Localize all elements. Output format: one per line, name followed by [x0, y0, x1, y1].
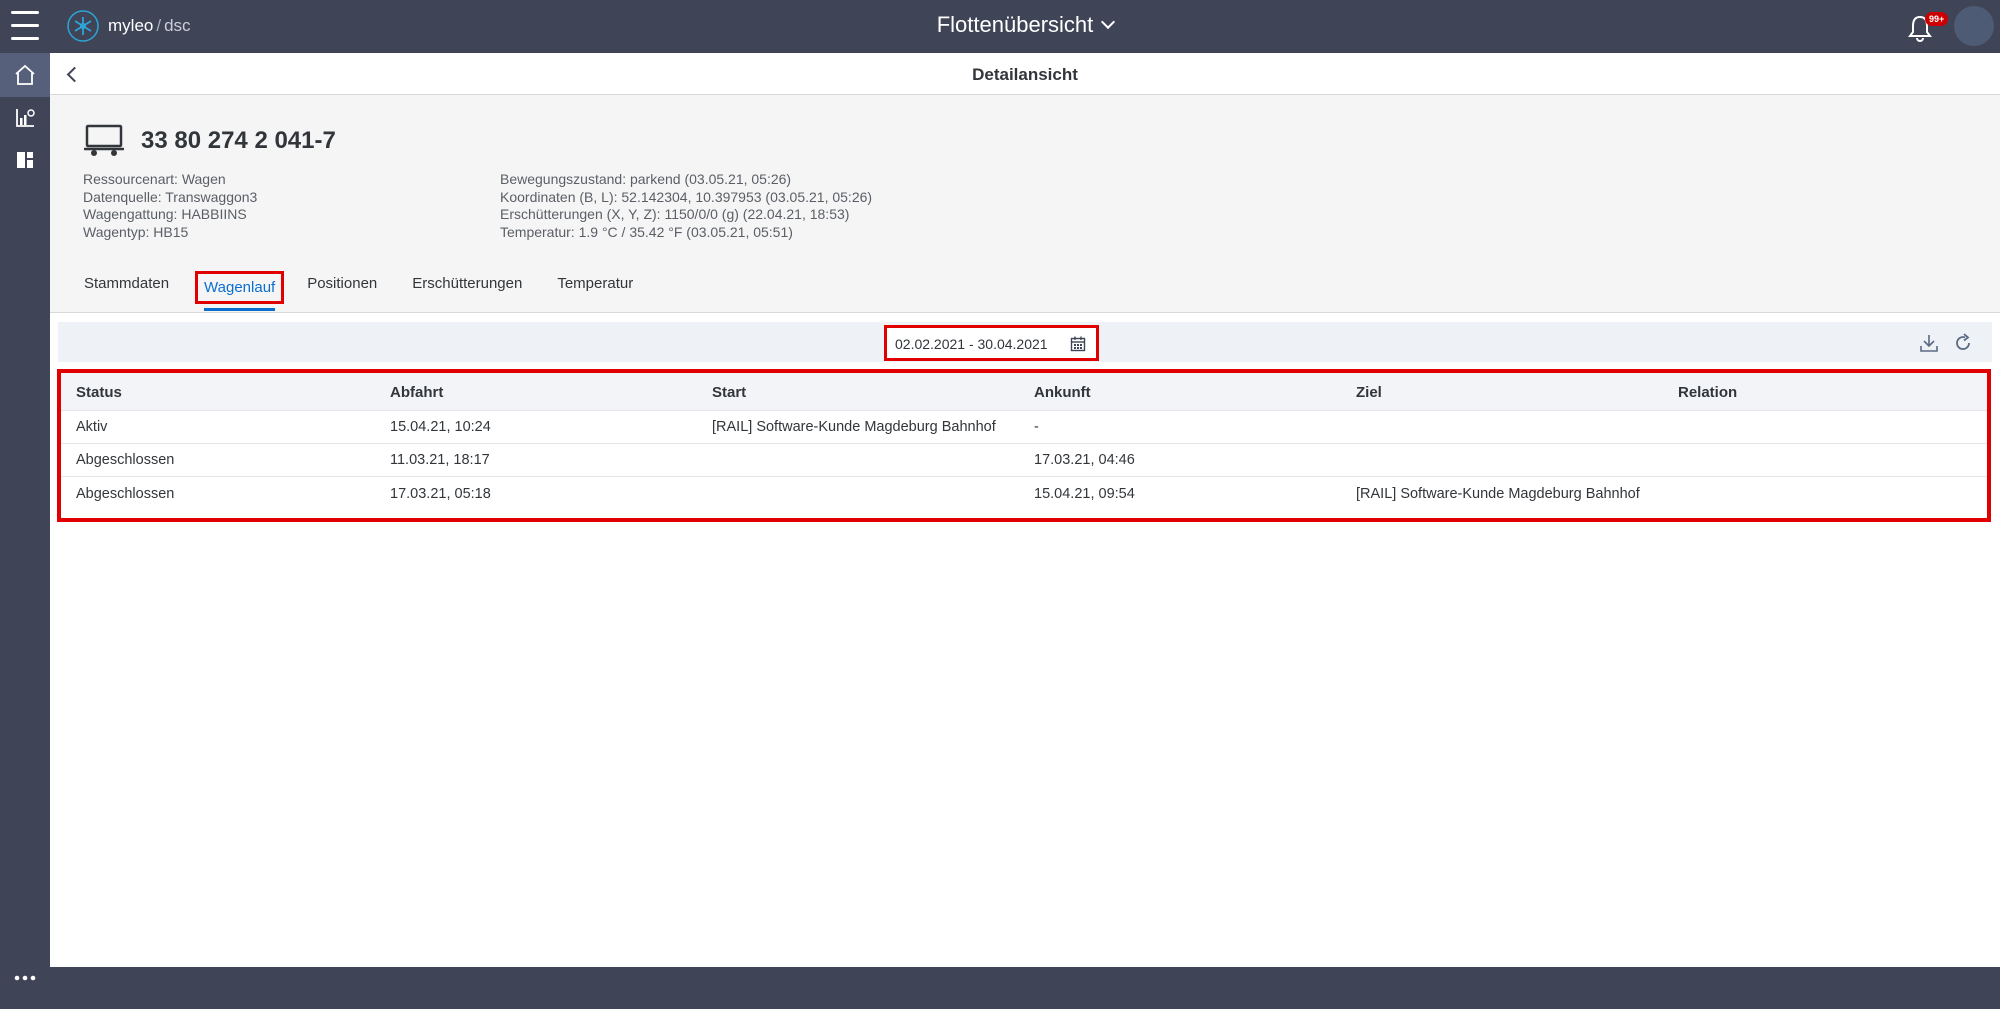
nav-more[interactable] — [0, 956, 50, 1000]
tab-temperatur[interactable]: Temperatur — [556, 275, 634, 313]
refresh-icon[interactable] — [1952, 332, 1974, 354]
table-header: Status Abfahrt Start Ankunft Ziel Relati… — [61, 373, 1987, 411]
cell-status: Aktiv — [76, 419, 108, 435]
date-range-value: 02.02.2021 - 30.04.2021 — [895, 336, 1048, 352]
object-header: 33 80 274 2 041-7 Ressourcenart: Wagen D… — [50, 95, 2000, 313]
date-range-picker[interactable]: 02.02.2021 - 30.04.2021 — [884, 325, 1099, 361]
table-toolbar: 02.02.2021 - 30.04.2021 — [58, 322, 1992, 362]
app-title-menu[interactable]: Flottenübersicht — [50, 12, 2000, 38]
nav-home[interactable] — [0, 53, 50, 97]
home-icon — [15, 64, 35, 85]
attr-wagon-class: Wagengattung: HABBIINS — [83, 206, 247, 222]
cell-ziel: [RAIL] Software-Kunde Magdeburg Bahnhof — [1356, 486, 1640, 502]
nav-dashboard[interactable] — [0, 138, 50, 182]
tab-wagenlauf[interactable]: Wagenlauf — [195, 271, 285, 311]
column-header-status[interactable]: Status — [76, 384, 122, 401]
cell-ankunft: 17.03.21, 04:46 — [1034, 452, 1135, 468]
tab-positionen[interactable]: Positionen — [306, 275, 378, 313]
attr-shocks: Erschütterungen (X, Y, Z): 1150/0/0 (g) … — [500, 206, 850, 222]
cell-status: Abgeschlossen — [76, 486, 175, 502]
chevron-down-icon — [1101, 14, 1116, 30]
side-navigation — [0, 0, 50, 1009]
page-header: Detailansicht — [50, 53, 2000, 95]
object-title: 33 80 274 2 041-7 — [141, 127, 336, 154]
app-title: Flottenübersicht — [936, 12, 1094, 37]
chart-icon — [16, 109, 35, 127]
attr-resource-type: Ressourcenart: Wagen — [83, 171, 226, 187]
attributes-right: Bewegungszustand: parkend (03.05.21, 05:… — [500, 171, 872, 241]
attr-wagon-type: Wagentyp: HB15 — [83, 223, 189, 240]
table-row[interactable]: Abgeschlossen 11.03.21, 18:17 17.03.21, … — [61, 444, 1987, 477]
notification-badge: 99+ — [1925, 12, 1949, 26]
nav-analytics[interactable] — [0, 96, 50, 140]
cell-ankunft: - — [1034, 419, 1039, 435]
cell-ankunft: 15.04.21, 09:54 — [1034, 486, 1135, 502]
wagon-icon — [84, 124, 124, 156]
footer-bar — [50, 967, 2000, 1009]
trip-table: Status Abfahrt Start Ankunft Ziel Relati… — [57, 369, 1991, 522]
column-header-ankunft[interactable]: Ankunft — [1034, 384, 1091, 401]
page-title: Detailansicht — [972, 65, 1078, 84]
column-header-abfahrt[interactable]: Abfahrt — [390, 384, 443, 401]
dashboard-icon — [17, 152, 33, 168]
attr-temperature: Temperatur: 1.9 °C / 35.42 °F (03.05.21,… — [500, 223, 793, 240]
attr-data-source: Datenquelle: Transwaggon3 — [83, 188, 258, 205]
shell-bar: myleo / dsc Flottenübersicht 99+ — [50, 0, 2000, 53]
tab-erschuetterungen[interactable]: Erschütterungen — [411, 275, 523, 313]
attr-motion-state: Bewegungszustand: parkend (03.05.21, 05:… — [500, 171, 792, 187]
attr-coordinates: Koordinaten (B, L): 52.142304, 10.397953… — [500, 188, 873, 205]
cell-status: Abgeschlossen — [76, 452, 175, 468]
cell-abfahrt: 15.04.21, 10:24 — [390, 419, 491, 435]
table-row[interactable]: Abgeschlossen 17.03.21, 05:18 15.04.21, … — [61, 478, 1987, 511]
avatar[interactable] — [1954, 6, 1994, 46]
tab-bar: Stammdaten Wagenlauf Positionen Erschütt… — [83, 271, 667, 313]
tab-stammdaten[interactable]: Stammdaten — [83, 275, 170, 313]
cell-abfahrt: 11.03.21, 18:17 — [390, 452, 490, 468]
column-header-start[interactable]: Start — [712, 384, 746, 401]
table-row[interactable]: Aktiv 15.04.21, 10:24 [RAIL] Software-Ku… — [61, 411, 1987, 444]
column-header-ziel[interactable]: Ziel — [1356, 384, 1382, 401]
attributes-left: Ressourcenart: Wagen Datenquelle: Transw… — [83, 171, 257, 241]
column-header-relation[interactable]: Relation — [1678, 384, 1737, 401]
cell-abfahrt: 17.03.21, 05:18 — [390, 486, 491, 502]
more-icon — [14, 975, 36, 981]
cell-start: [RAIL] Software-Kunde Magdeburg Bahnhof — [712, 419, 996, 435]
hamburger-icon[interactable] — [0, 3, 50, 47]
calendar-icon[interactable] — [1070, 336, 1086, 352]
download-icon[interactable] — [1918, 332, 1940, 354]
